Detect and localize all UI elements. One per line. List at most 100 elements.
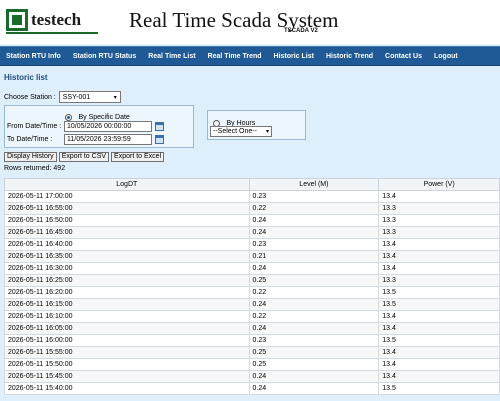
cell-power: 13.3 <box>378 202 500 215</box>
cell-level: 0.25 <box>248 274 380 287</box>
station-row: Choose Station : SSY-001 ▾ <box>4 91 121 103</box>
export-excel-button[interactable]: Export to Excel <box>111 152 165 162</box>
cell-level: 0.25 <box>248 346 380 359</box>
table-row: 2026-05-11 16:35:00 0.21 13.4 <box>4 250 500 263</box>
cell-logdt: 2026-05-11 16:40:00 <box>4 238 250 251</box>
table-row: 2026-05-11 16:25:00 0.25 13.3 <box>4 274 500 287</box>
table-row: 2026-05-11 16:40:00 0.23 13.4 <box>4 238 500 251</box>
chevron-down-icon: ▾ <box>265 129 269 135</box>
cell-logdt: 2026-05-11 15:55:00 <box>4 346 250 359</box>
logo-square-icon <box>6 9 28 31</box>
table-row: 2026-05-11 16:00:00 0.23 13.5 <box>4 334 500 347</box>
cell-level: 0.22 <box>248 202 380 215</box>
nav-historic-list[interactable]: Historic List <box>268 53 320 60</box>
nav-real-time-trend[interactable]: Real Time Trend <box>202 53 268 60</box>
cell-logdt: 2026-05-11 15:50:00 <box>4 358 250 371</box>
cell-power: 13.5 <box>378 286 500 299</box>
nav-contact-us[interactable]: Contact Us <box>379 53 428 60</box>
nav-logout[interactable]: Logout <box>428 53 464 60</box>
table-row: 2026-05-11 16:50:00 0.24 13.3 <box>4 214 500 227</box>
cell-power: 13.4 <box>378 190 500 203</box>
cell-level: 0.22 <box>248 310 380 323</box>
cell-level: 0.24 <box>248 370 380 383</box>
cell-logdt: 2026-05-11 16:25:00 <box>4 274 250 287</box>
calendar-icon[interactable] <box>155 135 164 144</box>
cell-power: 13.4 <box>378 310 500 323</box>
cell-power: 13.5 <box>378 298 500 311</box>
cell-level: 0.23 <box>248 190 380 203</box>
cell-logdt: 2026-05-11 16:20:00 <box>4 286 250 299</box>
from-label: From Date/Time : <box>7 123 62 130</box>
cell-power: 13.4 <box>378 358 500 371</box>
table-row: 2026-05-11 15:50:00 0.25 13.4 <box>4 358 500 371</box>
station-label: Choose Station : <box>4 93 56 101</box>
logo-text: testech <box>31 10 82 29</box>
column-header-logdt[interactable]: LogDT <box>4 178 250 191</box>
table-row: 2026-05-11 16:15:00 0.24 13.5 <box>4 298 500 311</box>
nav-real-time-list[interactable]: Real Time List <box>142 53 201 60</box>
action-buttons: Display History Export to CSV Export to … <box>4 152 166 162</box>
table-row: 2026-05-11 16:20:00 0.22 13.5 <box>4 286 500 299</box>
header: testech Real Time Scada System TSCADA V2 <box>0 0 500 44</box>
table-row: 2026-05-11 16:05:00 0.24 13.4 <box>4 322 500 335</box>
table-row: 2026-05-11 17:00:00 0.23 13.4 <box>4 190 500 203</box>
cell-logdt: 2026-05-11 17:00:00 <box>4 190 250 203</box>
app-subtitle: TSCADA V2 <box>284 28 318 34</box>
nav-station-rtu-info[interactable]: Station RTU Info <box>0 53 67 60</box>
hours-panel: By Hours --Select One-- ▾ <box>207 110 306 140</box>
nav-historic-trend[interactable]: Historic Trend <box>320 53 379 60</box>
cell-level: 0.24 <box>248 214 380 227</box>
column-header-power[interactable]: Power (V) <box>378 178 500 191</box>
nav-bar: Station RTU Info Station RTU Status Real… <box>0 46 500 66</box>
cell-logdt: 2026-05-11 15:45:00 <box>4 370 250 383</box>
cell-power: 13.4 <box>378 346 500 359</box>
station-select-value: SSY-001 <box>62 93 91 101</box>
display-history-button[interactable]: Display History <box>4 152 57 162</box>
cell-logdt: 2026-05-11 16:35:00 <box>4 250 250 263</box>
cell-power: 13.3 <box>378 214 500 227</box>
cell-power: 13.4 <box>378 250 500 263</box>
table-row: 2026-05-11 16:10:00 0.22 13.4 <box>4 310 500 323</box>
table-row: 2026-05-11 15:55:00 0.25 13.4 <box>4 346 500 359</box>
table-row: 2026-05-11 15:45:00 0.24 13.4 <box>4 370 500 383</box>
cell-level: 0.24 <box>248 226 380 239</box>
from-row: From Date/Time : 10/05/2026 00:00:00 <box>7 121 164 132</box>
cell-logdt: 2026-05-11 16:15:00 <box>4 298 250 311</box>
hours-select[interactable]: --Select One-- ▾ <box>210 126 272 137</box>
logo-underline <box>6 32 98 34</box>
to-date-input[interactable]: 11/05/2026 23:59:59 <box>64 134 152 145</box>
cell-power: 13.4 <box>378 262 500 275</box>
hours-select-value: --Select One-- <box>213 128 257 135</box>
history-table: LogDT Level (M) Power (V) 2026-05-11 17:… <box>4 178 500 395</box>
cell-level: 0.21 <box>248 250 380 263</box>
cell-logdt: 2026-05-11 16:05:00 <box>4 322 250 335</box>
page-title: Historic list <box>4 73 48 82</box>
rows-returned: Rows returned: 492 <box>4 165 66 172</box>
table-row: 2026-05-11 15:40:00 0.24 13.5 <box>4 382 500 395</box>
cell-power: 13.4 <box>378 238 500 251</box>
table-row: 2026-05-11 16:30:00 0.24 13.4 <box>4 262 500 275</box>
cell-level: 0.24 <box>248 262 380 275</box>
nav-station-rtu-status[interactable]: Station RTU Status <box>67 53 142 60</box>
table-row: 2026-05-11 16:55:00 0.22 13.3 <box>4 202 500 215</box>
from-date-input[interactable]: 10/05/2026 00:00:00 <box>64 121 152 132</box>
cell-logdt: 2026-05-11 16:45:00 <box>4 226 250 239</box>
cell-level: 0.24 <box>248 382 380 395</box>
cell-level: 0.24 <box>248 322 380 335</box>
cell-logdt: 2026-05-11 15:40:00 <box>4 382 250 395</box>
calendar-icon[interactable] <box>155 122 164 131</box>
cell-logdt: 2026-05-11 16:00:00 <box>4 334 250 347</box>
column-header-level[interactable]: Level (M) <box>248 178 380 191</box>
table-row: 2026-05-11 16:45:00 0.24 13.3 <box>4 226 500 239</box>
cell-power: 13.4 <box>378 370 500 383</box>
cell-logdt: 2026-05-11 16:30:00 <box>4 262 250 275</box>
to-label: To Date/Time : <box>7 136 53 143</box>
cell-power: 13.5 <box>378 382 500 395</box>
cell-level: 0.24 <box>248 298 380 311</box>
station-select[interactable]: SSY-001 ▾ <box>58 91 121 103</box>
export-csv-button[interactable]: Export to CSV <box>58 152 110 162</box>
cell-level: 0.22 <box>248 286 380 299</box>
chevron-down-icon: ▾ <box>113 94 117 101</box>
cell-power: 13.3 <box>378 226 500 239</box>
logo: testech <box>6 9 81 31</box>
